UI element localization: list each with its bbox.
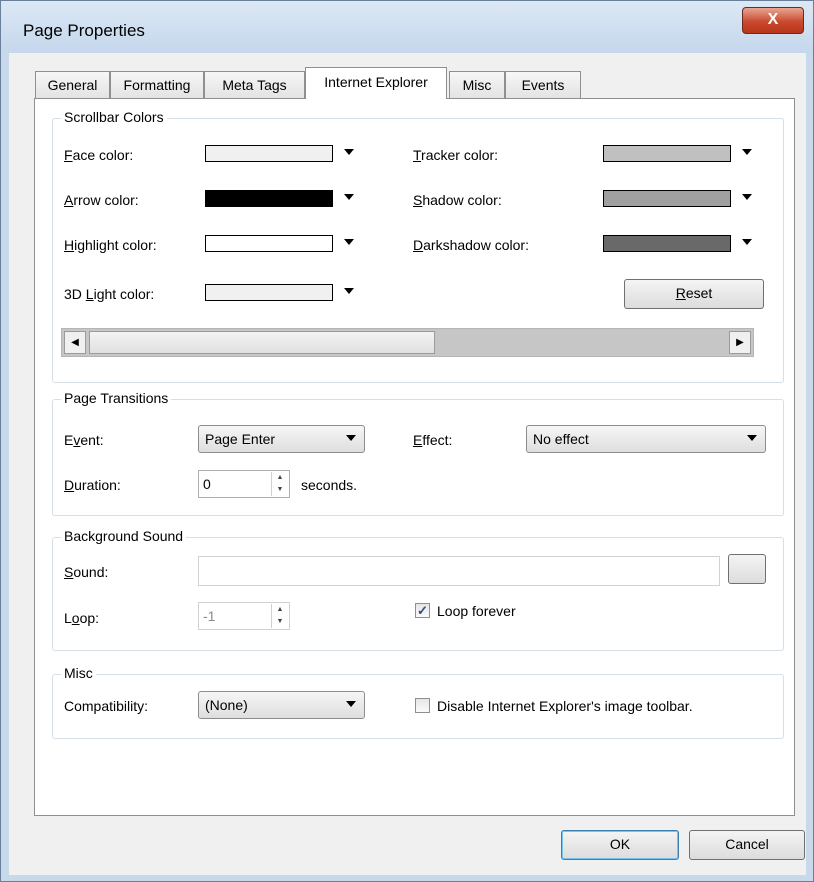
duration-unit: seconds. xyxy=(301,477,358,493)
tab-general[interactable]: General xyxy=(35,71,110,98)
disable-toolbar-checkbox[interactable] xyxy=(415,698,430,713)
light3d-color-swatch xyxy=(205,284,333,301)
close-icon: X xyxy=(767,11,779,28)
cancel-button[interactable]: Cancel xyxy=(689,830,805,860)
chevron-down-icon xyxy=(742,239,752,245)
right-arrow-icon: ▶ xyxy=(736,337,744,348)
scrollbar-colors-title: Scrollbar Colors xyxy=(61,109,167,125)
darkshadow-color-swatch xyxy=(603,235,731,252)
face-color-swatch xyxy=(205,145,333,162)
loop-forever-label[interactable]: Loop forever xyxy=(437,603,516,619)
chevron-down-icon xyxy=(344,239,354,245)
highlight-color-label: Highlight color: xyxy=(64,237,157,253)
darkshadow-color-label: Darkshadow color: xyxy=(413,237,529,253)
shadow-color-label: Shadow color: xyxy=(413,192,502,208)
event-label: Event: xyxy=(64,432,104,448)
tab-meta-tags[interactable]: Meta Tags xyxy=(204,71,305,98)
checkmark-icon: ✓ xyxy=(417,603,428,618)
tab-internet-explorer[interactable]: Internet Explorer xyxy=(305,67,447,99)
reset-button[interactable]: Reset xyxy=(624,279,764,309)
browse-sound-button[interactable] xyxy=(728,554,766,584)
chevron-down-icon xyxy=(344,149,354,155)
chevron-down-icon xyxy=(344,288,354,294)
tracker-color-picker[interactable] xyxy=(600,140,760,168)
page-transitions-group xyxy=(52,399,784,516)
scroll-thumb[interactable] xyxy=(89,331,435,354)
arrow-color-label: Arrow color: xyxy=(64,192,139,208)
scrollbar-preview[interactable]: ◀ ▶ xyxy=(61,328,754,357)
effect-label: Effect: xyxy=(413,432,453,448)
tab-events[interactable]: Events xyxy=(505,71,581,98)
effect-select[interactable]: No effect xyxy=(526,425,766,453)
highlight-color-swatch xyxy=(205,235,333,252)
chevron-down-icon xyxy=(346,701,356,707)
loop-forever-checkbox[interactable]: ✓ xyxy=(415,603,430,618)
background-sound-group xyxy=(52,537,784,651)
close-button[interactable]: X xyxy=(742,7,804,34)
disable-toolbar-label[interactable]: Disable Internet Explorer's image toolba… xyxy=(437,698,693,714)
face-color-picker[interactable] xyxy=(202,140,362,168)
page-transitions-title: Page Transitions xyxy=(61,390,172,406)
tab-misc[interactable]: Misc xyxy=(449,71,505,98)
scroll-left-button[interactable]: ◀ xyxy=(64,331,86,354)
arrow-color-picker[interactable] xyxy=(202,185,362,213)
spin-down-icon[interactable]: ▼ xyxy=(272,616,288,628)
chevron-down-icon xyxy=(742,149,752,155)
ok-button[interactable]: OK xyxy=(561,830,679,860)
loop-label: Loop: xyxy=(64,610,100,626)
light3d-color-picker[interactable] xyxy=(202,279,362,307)
page-properties-dialog: Page Properties X General Formatting Met… xyxy=(0,0,814,882)
duration-label: Duration: xyxy=(64,477,121,493)
chevron-down-icon xyxy=(747,435,757,441)
highlight-color-picker[interactable] xyxy=(202,230,362,258)
chevron-down-icon xyxy=(742,194,752,200)
darkshadow-color-picker[interactable] xyxy=(600,230,760,258)
sound-label: Sound: xyxy=(64,564,109,580)
event-select[interactable]: Page Enter xyxy=(198,425,365,453)
shadow-color-swatch xyxy=(603,190,731,207)
scroll-right-button[interactable]: ▶ xyxy=(729,331,751,354)
sound-input[interactable] xyxy=(198,556,720,586)
spin-up-icon[interactable]: ▲ xyxy=(272,604,288,616)
dialog-title: Page Properties xyxy=(23,21,145,40)
spin-down-icon[interactable]: ▼ xyxy=(272,484,288,496)
shadow-color-picker[interactable] xyxy=(600,185,760,213)
left-arrow-icon: ◀ xyxy=(71,337,79,348)
compatibility-label: Compatibility: xyxy=(64,698,149,714)
tracker-color-label: Tracker color: xyxy=(413,147,499,163)
chevron-down-icon xyxy=(344,194,354,200)
title-bar[interactable]: Page Properties X xyxy=(1,1,813,53)
arrow-color-swatch xyxy=(205,190,333,207)
face-color-label: Face color: xyxy=(64,147,134,163)
misc-title: Misc xyxy=(61,665,96,681)
spin-up-icon[interactable]: ▲ xyxy=(272,472,288,484)
light3d-color-label: 3D Light color: xyxy=(64,286,155,302)
tab-formatting[interactable]: Formatting xyxy=(110,71,204,98)
chevron-down-icon xyxy=(346,435,356,441)
loop-spinner[interactable]: -1 ▲ ▼ xyxy=(198,602,290,630)
compatibility-select[interactable]: (None) xyxy=(198,691,365,719)
background-sound-title: Background Sound xyxy=(61,528,187,544)
tracker-color-swatch xyxy=(603,145,731,162)
duration-spinner[interactable]: 0 ▲ ▼ xyxy=(198,470,290,498)
